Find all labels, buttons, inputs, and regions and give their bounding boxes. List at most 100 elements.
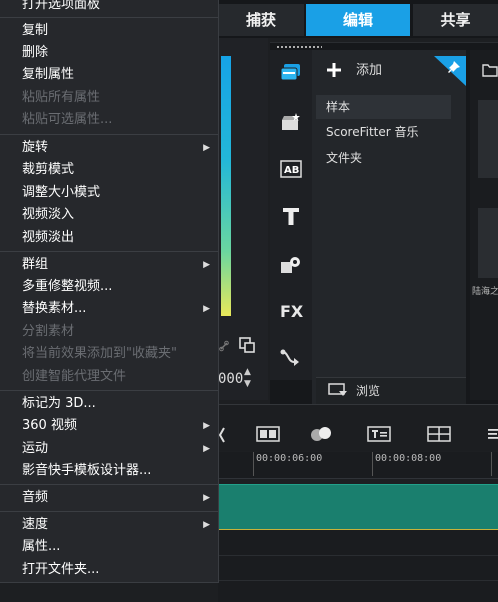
media-thumbnail[interactable] — [478, 100, 498, 178]
menu-item-label: 将当前效果添加到"收藏夹" — [22, 346, 177, 361]
filters-fx-icon[interactable]: FX — [280, 301, 303, 323]
clip-context-menu: 打开选项面板 复制删除复制属性粘贴所有属性 粘贴可选属性... 旋转 ▶ 裁剪模式调整大… — [0, 0, 219, 583]
media-library-icon[interactable] — [280, 62, 302, 84]
panel-grip-handle[interactable] — [276, 45, 322, 49]
menu-item-label: 音频 — [22, 490, 49, 505]
storyboard-icon[interactable] — [255, 424, 281, 444]
add-plus-icon[interactable] — [326, 60, 344, 82]
menu-item-label: 删除 — [22, 45, 49, 60]
thumbnail-caption: 陆海之 — [472, 287, 498, 297]
menu-item-replace-clip[interactable]: 替换素材... ▶ — [0, 298, 218, 320]
menu-item-template-designer[interactable]: 影音快手模板设计器... — [0, 460, 218, 482]
menu-item-label: 复制属性 — [22, 67, 75, 82]
menu-item-label: 裁剪模式 — [22, 162, 75, 177]
add-folder-button[interactable]: 添加 — [356, 58, 416, 84]
submenu-arrow-icon: ▶ — [203, 304, 210, 314]
menu-item-label: 多重修整视频... — [22, 279, 113, 294]
link-icon — [219, 340, 229, 352]
pin-icon[interactable] — [434, 56, 466, 86]
menu-item-label: 粘贴所有属性 — [22, 90, 101, 105]
graphics-icon[interactable] — [280, 254, 302, 276]
menu-item-label: 创建智能代理文件 — [22, 369, 127, 384]
timecode-spinner-icon[interactable]: ▲ ▼ — [244, 366, 256, 390]
submenu-arrow-icon: ▶ — [203, 260, 210, 270]
menu-item-label: 视频淡出 — [22, 230, 75, 245]
browse-icon[interactable] — [328, 382, 348, 398]
submenu-arrow-icon: ▶ — [203, 421, 210, 431]
menu-item-label: 分割素材 — [22, 324, 75, 339]
transitions-icon[interactable]: AB — [280, 160, 302, 182]
menu-item-open-folder[interactable]: 打开文件夹... — [0, 559, 218, 581]
menu-item-motion[interactable]: 运动 ▶ — [0, 438, 218, 460]
menu-item-copy[interactable]: 复制 — [0, 20, 218, 42]
menu-item-group[interactable]: 群组 ▶ — [0, 254, 218, 276]
menu-item-label: 打开选项面板 — [22, 0, 101, 12]
menu-separator — [0, 511, 218, 512]
menu-item-label: 属性... — [22, 539, 61, 554]
tab-share[interactable]: 共享 — [413, 4, 498, 36]
menu-item-crop-mode[interactable]: 裁剪模式 — [0, 159, 218, 181]
menu-item-label: 粘贴可选属性... — [22, 112, 113, 127]
menu-separator — [0, 17, 218, 18]
menu-item-speed[interactable]: 速度 ▶ — [0, 514, 218, 536]
menu-separator — [0, 134, 218, 135]
submenu-arrow-icon: ▶ — [203, 143, 210, 153]
path-motion-icon[interactable] — [280, 348, 302, 370]
menu-item-label: 速度 — [22, 517, 49, 532]
ruler-label: 00:00:06:00 — [256, 453, 323, 464]
menu-item-label: 360 视频 — [22, 418, 77, 433]
subtitle-editor-icon[interactable] — [366, 424, 392, 444]
menu-item-mark-as-3d[interactable]: 标记为 3D... — [0, 393, 218, 415]
menu-item-add-effect-to-favorites[interactable]: 将当前效果添加到"收藏夹" — [0, 343, 218, 365]
menu-separator — [0, 390, 218, 391]
menu-item-audio[interactable]: 音频 ▶ — [0, 487, 218, 509]
media-thumbnail[interactable] — [478, 208, 498, 278]
menu-item-delete[interactable]: 删除 — [0, 42, 218, 64]
menu-item-video-fade-in[interactable]: 视频淡入 — [0, 204, 218, 226]
svg-text:AB: AB — [284, 165, 299, 176]
menu-item-label: 打开文件夹... — [22, 562, 100, 577]
folder-icon[interactable] — [482, 62, 498, 77]
tab-capture[interactable]: 捕获 — [218, 4, 304, 36]
library-item-sample[interactable]: 样本 — [326, 95, 350, 119]
video-track-clip[interactable] — [218, 484, 498, 531]
snapshot-icon[interactable] — [239, 337, 255, 353]
menu-item-label: 群组 — [22, 257, 49, 272]
menu-separator — [0, 484, 218, 485]
library-item-folder[interactable]: 文件夹 — [326, 146, 362, 170]
menu-item-rotate[interactable]: 旋转 ▶ — [0, 137, 218, 159]
menu-item-paste-all-attributes[interactable]: 粘贴所有属性 — [0, 87, 218, 109]
menu-item-label: 替换素材... — [22, 301, 87, 316]
menu-item-split-clip[interactable]: 分割素材 — [0, 321, 218, 343]
library-item-scorefitter[interactable]: ScoreFitter 音乐 — [326, 120, 419, 144]
instant-project-icon[interactable] — [280, 112, 302, 134]
title-icon[interactable] — [280, 206, 302, 228]
more-tools-icon[interactable] — [484, 424, 498, 444]
menu-item-label: 影音快手模板设计器... — [22, 463, 152, 478]
menu-item-create-smart-proxy[interactable]: 创建智能代理文件 — [0, 366, 218, 388]
menu-item-multi-trim-video[interactable]: 多重修整视频... — [0, 276, 218, 298]
menu-item-video-fade-out[interactable]: 视频淡出 — [0, 227, 218, 249]
submenu-arrow-icon: ▶ — [203, 444, 210, 454]
submenu-arrow-icon: ▶ — [203, 493, 210, 503]
menu-item-open-options-panel[interactable]: 打开选项面板 — [0, 0, 218, 16]
menu-item-label: 标记为 3D... — [22, 396, 96, 411]
menu-item-copy-attributes[interactable]: 复制属性 — [0, 64, 218, 86]
timeline-tracks — [218, 530, 498, 602]
menu-item-paste-selected-attributes[interactable]: 粘贴可选属性... — [0, 109, 218, 131]
toolbar-divider-icon — [218, 426, 226, 446]
menu-item-360-video[interactable]: 360 视频 ▶ — [0, 415, 218, 437]
menu-item-resize-mode[interactable]: 调整大小模式 — [0, 182, 218, 204]
menu-item-label: 旋转 — [22, 140, 49, 155]
multi-camera-icon[interactable] — [426, 424, 452, 444]
menu-item-properties[interactable]: 属性... — [0, 536, 218, 558]
tab-edit[interactable]: 编辑 — [306, 4, 410, 36]
audio-level-meter — [221, 56, 231, 316]
menu-item-label: 调整大小模式 — [22, 185, 101, 200]
blend-effect-icon[interactable] — [308, 424, 334, 444]
ruler-label: 00:00:08:00 — [375, 453, 442, 464]
menu-item-label: 复制 — [22, 23, 49, 38]
submenu-arrow-icon: ▶ — [203, 520, 210, 530]
menu-item-label: 运动 — [22, 441, 49, 456]
browse-button[interactable]: 浏览 — [356, 381, 416, 401]
